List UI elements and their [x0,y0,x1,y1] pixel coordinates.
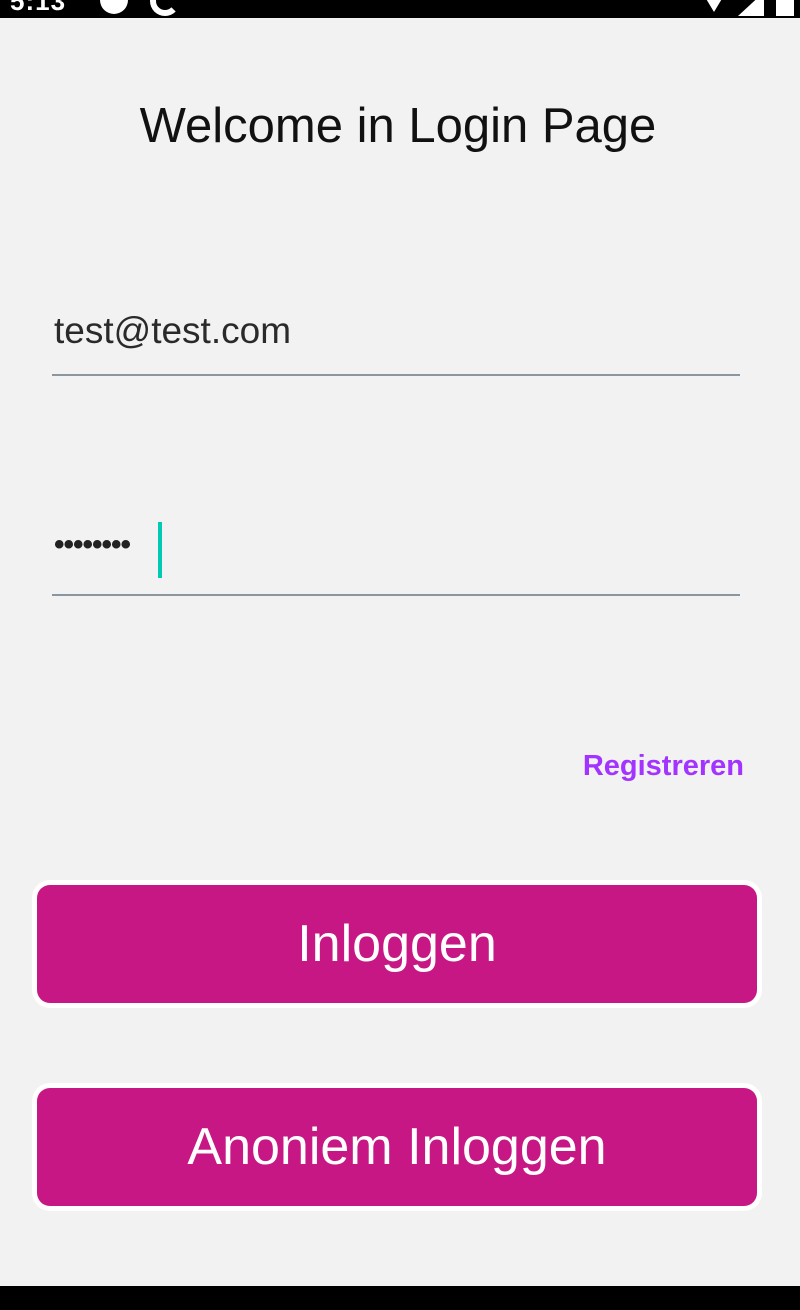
page-title: Welcome in Login Page [139,99,657,153]
signal-icon [738,0,764,16]
login-button[interactable]: Inloggen [32,880,762,1008]
email-value: test@test.com [54,310,292,351]
anonymous-login-button[interactable]: Anoniem Inloggen [32,1083,762,1211]
status-bar: 5:13 [0,0,800,18]
register-link[interactable]: Registreren [583,750,744,783]
password-value: •••••••• [54,528,131,561]
navigation-bar [0,1286,800,1310]
wifi-icon [702,0,726,12]
notification-icon [100,0,128,14]
password-field[interactable]: •••••••• [52,516,740,596]
text-cursor [158,522,162,578]
anonymous-login-button-label: Anoniem Inloggen [37,1088,757,1206]
battery-icon [776,0,794,16]
status-time: 5:13 [10,0,67,16]
login-button-label: Inloggen [37,885,757,1003]
sync-icon [150,0,180,16]
login-screen: 5:13 Welcome in Login Page test@test.com… [0,0,800,1310]
email-field[interactable]: test@test.com [52,300,740,376]
